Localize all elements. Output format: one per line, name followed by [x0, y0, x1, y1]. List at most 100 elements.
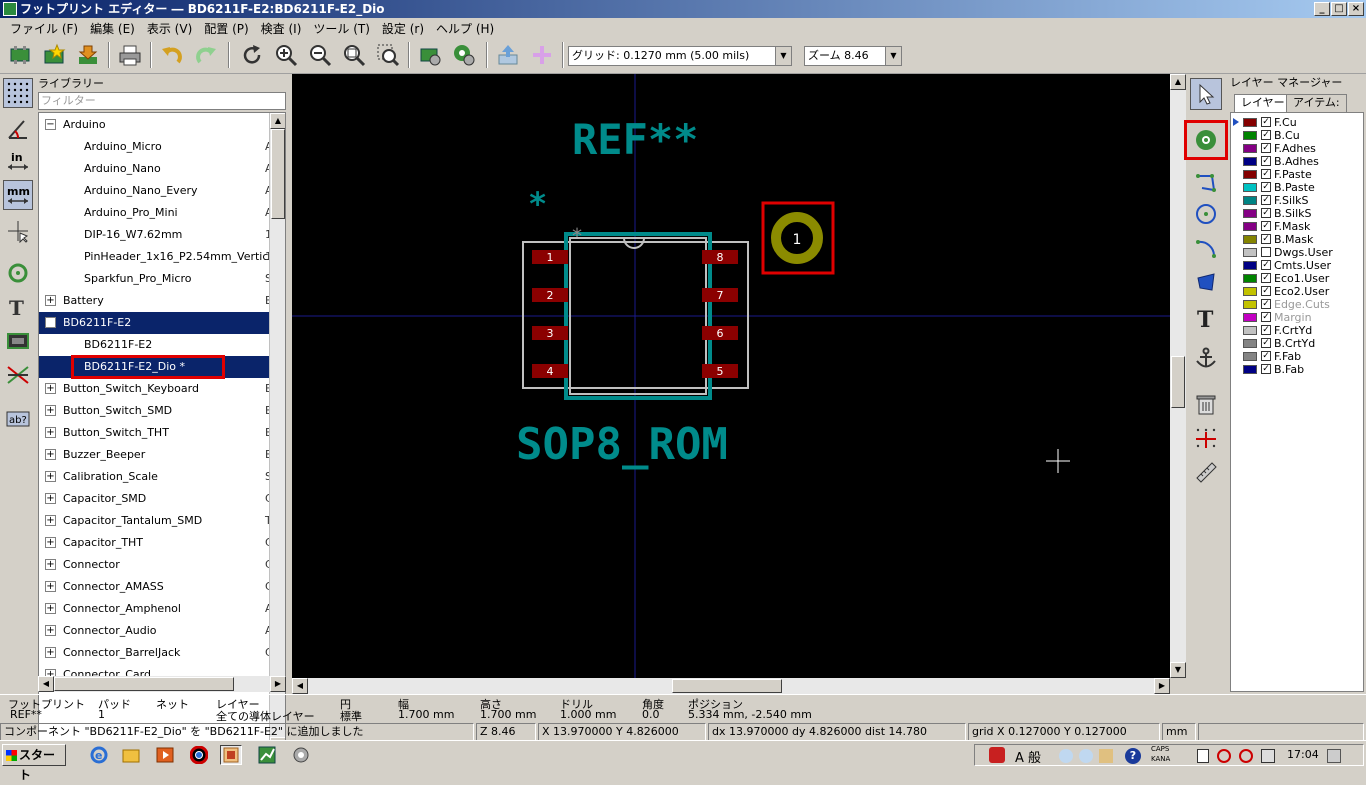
tray-ime-icon-2[interactable] [1079, 749, 1093, 763]
layer-color-swatch[interactable] [1243, 170, 1257, 179]
ime-indicator[interactable]: A 般 [1015, 747, 1041, 766]
print-icon[interactable] [116, 41, 144, 69]
menu-inspect[interactable]: 検査 (I) [255, 18, 308, 36]
layer-color-swatch[interactable] [1243, 183, 1257, 192]
library-footprint-item[interactable]: BD6211F-E2_Dio * [39, 355, 271, 379]
library-group-item[interactable]: +Calibration_ScaleS [39, 466, 272, 488]
zoom-fit-icon[interactable] [340, 41, 368, 69]
library-group-item[interactable]: +Connector_AMASSC [39, 576, 273, 598]
delete-icon[interactable] [1190, 388, 1222, 420]
tab-items[interactable]: アイテム: [1286, 94, 1347, 112]
mm-units-icon[interactable]: mm [3, 180, 33, 210]
library-footprint-item[interactable]: Arduino_MicroA [39, 136, 273, 158]
library-group-item[interactable]: +Button_Switch_SMDB [39, 400, 273, 422]
grid-origin-icon[interactable] [1190, 422, 1222, 454]
expand-icon[interactable]: + [45, 295, 56, 306]
menu-place[interactable]: 配置 (P) [198, 18, 254, 36]
app-icon-green[interactable] [256, 745, 278, 765]
app-icon-gear[interactable] [290, 745, 312, 765]
menu-preferences[interactable]: 設定 (r) [376, 18, 430, 36]
add-circle-icon[interactable] [1190, 198, 1222, 230]
scroll-left-icon[interactable]: ◀ [38, 676, 54, 692]
scroll-right-icon[interactable]: ▶ [270, 676, 286, 692]
layer-color-swatch[interactable] [1243, 339, 1257, 348]
library-footprint-item[interactable]: BD6211F-E2 [39, 334, 271, 356]
layer-visibility-checkbox[interactable]: ✓ [1261, 351, 1271, 361]
scroll-left-icon[interactable]: ◀ [292, 678, 308, 694]
layer-color-swatch[interactable] [1243, 352, 1257, 361]
collapse-icon[interactable]: − [45, 317, 56, 328]
polar-coords-icon[interactable] [3, 114, 33, 144]
library-group-item[interactable]: +Connector_BarrelJackC [39, 642, 273, 664]
grid-toggle-icon[interactable] [3, 78, 33, 108]
redo-icon[interactable] [192, 41, 220, 69]
layer-visibility-checkbox[interactable]: ✓ [1261, 234, 1271, 244]
library-group-item[interactable]: +Connector_AudioA [39, 620, 273, 642]
layer-visibility-checkbox[interactable]: ✓ [1261, 130, 1271, 140]
layer-color-swatch[interactable] [1243, 196, 1257, 205]
expand-icon[interactable]: + [45, 493, 56, 504]
library-group-item[interactable]: +Button_Switch_THTB [39, 422, 273, 444]
library-group-item[interactable]: − BD6211F-E2 [39, 312, 271, 334]
layer-visibility-checkbox[interactable]: ✓ [1261, 364, 1271, 374]
scroll-up-icon[interactable]: ▲ [270, 113, 285, 129]
expand-icon[interactable]: + [45, 647, 56, 658]
expand-icon[interactable]: + [45, 537, 56, 548]
library-group-item[interactable]: +Connector_AmphenolA [39, 598, 273, 620]
library-group-item[interactable]: +BatteryB [39, 290, 273, 312]
scroll-down-icon[interactable]: ▼ [1170, 662, 1186, 678]
expand-icon[interactable]: + [45, 625, 56, 636]
undo-icon[interactable] [158, 41, 186, 69]
library-group-item[interactable]: +Capacitor_THTC [39, 532, 273, 554]
library-footprint-item[interactable]: Arduino_Nano_EveryA [39, 180, 273, 202]
zoom-out-icon[interactable] [306, 41, 334, 69]
h-scroll-thumb[interactable] [672, 679, 782, 693]
library-scrollbar[interactable]: ▲ ▼ [269, 113, 285, 765]
layer-color-swatch[interactable] [1243, 222, 1257, 231]
library-group-item[interactable]: +Capacitor_SMDC [39, 488, 273, 510]
cursor-shape-icon[interactable] [3, 216, 33, 246]
menu-file[interactable]: ファイル (F) [4, 18, 84, 36]
import-footprint-icon[interactable] [74, 41, 102, 69]
explorer-icon[interactable] [120, 745, 142, 765]
load-from-board-icon[interactable] [494, 41, 522, 69]
maximize-button[interactable]: □ [1331, 2, 1347, 16]
expand-icon[interactable]: + [45, 603, 56, 614]
zoom-select[interactable]: ズーム 8.46 ▼ [804, 46, 902, 66]
layer-visibility-checkbox[interactable]: ✓ [1261, 286, 1271, 296]
tray-notification-icon[interactable] [1327, 749, 1341, 763]
scroll-up-icon[interactable]: ▲ [1170, 74, 1186, 90]
library-group-item[interactable]: +ConnectorC [39, 554, 273, 576]
layer-color-swatch[interactable] [1243, 287, 1257, 296]
tray-ime-icon[interactable] [1059, 749, 1073, 763]
tray-security-icon[interactable] [1217, 749, 1231, 763]
expand-icon[interactable]: + [45, 471, 56, 482]
menu-view[interactable]: 表示 (V) [141, 18, 198, 36]
tray-volume-icon[interactable] [1261, 749, 1275, 763]
media-player-icon[interactable] [154, 745, 176, 765]
layer-color-swatch[interactable] [1243, 209, 1257, 218]
layer-color-swatch[interactable] [1243, 326, 1257, 335]
pcb-canvas[interactable]: REF** * * 1 2 3 4 8 7 6 5 SOP8_ROM 1 [292, 74, 1170, 678]
library-group-item[interactable]: − Arduino [39, 114, 271, 136]
inch-units-icon[interactable]: in [3, 146, 33, 176]
help-icon[interactable]: ? [1125, 748, 1141, 764]
high-contrast-icon[interactable] [3, 326, 33, 356]
close-button[interactable]: × [1348, 2, 1364, 16]
layer-visibility-checkbox[interactable] [1261, 247, 1271, 257]
expand-icon[interactable]: + [45, 515, 56, 526]
grid-select[interactable]: グリッド: 0.1270 mm (5.00 mils) ▼ [568, 46, 792, 66]
layer-color-swatch[interactable] [1243, 313, 1257, 322]
add-text-icon[interactable]: T [1190, 302, 1222, 334]
expand-icon[interactable]: + [45, 383, 56, 394]
layer-color-swatch[interactable] [1243, 261, 1257, 270]
abbreviation-check-icon[interactable]: ab? [3, 404, 33, 434]
collapse-icon[interactable]: − [45, 119, 56, 130]
layer-visibility-checkbox[interactable]: ✓ [1261, 117, 1271, 127]
library-group-item[interactable]: +Capacitor_Tantalum_SMDT [39, 510, 272, 532]
layer-color-swatch[interactable] [1243, 144, 1257, 153]
measure-tool-icon[interactable] [1190, 456, 1222, 488]
library-group-item[interactable]: +Buzzer_BeeperB [39, 444, 273, 466]
library-footprint-item[interactable]: PinHeader_1x16_P2.54mm_Vertical1 [39, 246, 278, 268]
library-group-item[interactable]: +Button_Switch_KeyboardB [39, 378, 273, 400]
